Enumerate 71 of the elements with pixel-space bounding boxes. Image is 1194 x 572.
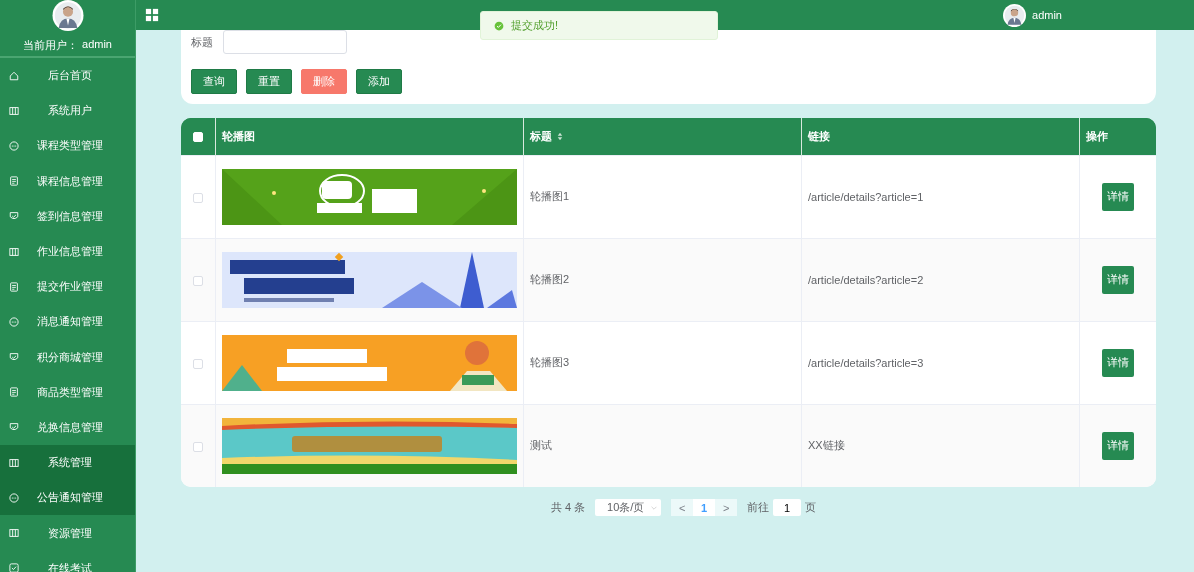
row-checkbox[interactable] (193, 192, 203, 203)
chat-icon (8, 139, 20, 152)
sidebar-item[interactable]: 作业信息管理 (0, 233, 135, 270)
grid-menu-icon[interactable] (145, 8, 159, 22)
sidebar-item[interactable]: 提交作业管理 (0, 269, 135, 305)
sidebar-item[interactable]: 课程类型管理 (0, 128, 135, 164)
row-checkbox[interactable] (193, 358, 203, 369)
avatar-icon (51, 0, 84, 31)
details-button[interactable]: 详情 (1102, 348, 1134, 377)
sidebar-item[interactable]: 公告通知管理 (0, 480, 135, 516)
table-cell: /article/details?article=3 (808, 356, 924, 369)
field-label: 标题 (191, 34, 213, 50)
sidebar-item[interactable]: 课程信息管理 (0, 163, 135, 199)
table-cell: 轮播图2 (530, 273, 570, 285)
sidebar-item[interactable]: 后台首页 (0, 58, 135, 94)
details-button[interactable]: 详情 (1102, 265, 1134, 294)
sidebar-item[interactable]: 商品类型管理 (0, 374, 135, 410)
page-number[interactable]: 1 (693, 499, 716, 516)
action-button[interactable]: 重置 (246, 69, 292, 94)
column-header[interactable]: 链接 (801, 118, 1080, 155)
sidebar-item[interactable]: 兑换信息管理 (0, 409, 135, 446)
title-input-field[interactable] (223, 30, 347, 54)
home-icon (8, 69, 20, 82)
columns-icon (8, 527, 20, 540)
chat-icon (8, 491, 20, 504)
select-all-checkbox[interactable] (193, 132, 203, 143)
checkbox-icon (8, 562, 20, 572)
sort-icon[interactable] (557, 131, 563, 141)
table-cell: 测试 (530, 439, 552, 452)
goto-label: 前往 (747, 500, 770, 515)
table-cell: 轮播图3 (530, 356, 570, 368)
page-size-select[interactable]: 10条/页 (595, 499, 662, 516)
details-button[interactable]: 详情 (1102, 182, 1134, 211)
prev-page-button[interactable]: < (671, 499, 694, 516)
column-header[interactable]: 轮播图 (215, 118, 524, 155)
table-cell: /article/details?article=1 (808, 190, 924, 203)
columns-icon (8, 104, 20, 117)
column-header[interactable]: 操作 (1079, 118, 1156, 155)
sidebar-item[interactable]: 消息通知管理 (0, 304, 135, 340)
chat-icon (8, 315, 20, 328)
toast-message: 提交成功! (511, 18, 559, 33)
row-checkbox[interactable] (193, 275, 203, 286)
column-header[interactable]: 标题 (523, 118, 802, 155)
columns-icon (8, 456, 20, 469)
columns-icon (8, 245, 20, 258)
document-icon (8, 175, 20, 188)
table-cell: /article/details?article=2 (808, 273, 924, 286)
row-checkbox[interactable] (193, 441, 203, 452)
document-icon (8, 280, 20, 293)
table-cell: 轮播图1 (530, 190, 570, 202)
chevron-down-icon (651, 505, 658, 510)
sidebar-item[interactable]: 积分商城管理 (0, 339, 135, 375)
success-check-icon (494, 20, 504, 31)
action-button[interactable]: 查询 (191, 69, 237, 94)
current-user-label: 当前用户： (23, 38, 78, 53)
total-count: 共 4 条 (550, 500, 586, 515)
page-input-field[interactable]: 1 (773, 499, 802, 516)
avatar-icon (1003, 3, 1027, 27)
current-user-name: admin (82, 38, 112, 52)
details-button[interactable]: 详情 (1102, 431, 1134, 460)
action-button[interactable]: 删除 (301, 69, 347, 94)
table-cell: XX链接 (808, 439, 845, 452)
sidebar-item[interactable]: 系统管理 (0, 445, 135, 481)
next-page-button[interactable]: > (715, 499, 738, 516)
document-icon (8, 386, 20, 399)
action-button[interactable]: 添加 (356, 69, 402, 94)
sidebar-item[interactable]: 资源管理 (0, 515, 135, 551)
page-suffix: 页 (805, 500, 817, 515)
sidebar-item[interactable]: 签到信息管理 (0, 198, 135, 234)
sidebar-item[interactable]: 系统用户 (0, 93, 135, 129)
user-name[interactable]: admin (1032, 9, 1062, 21)
